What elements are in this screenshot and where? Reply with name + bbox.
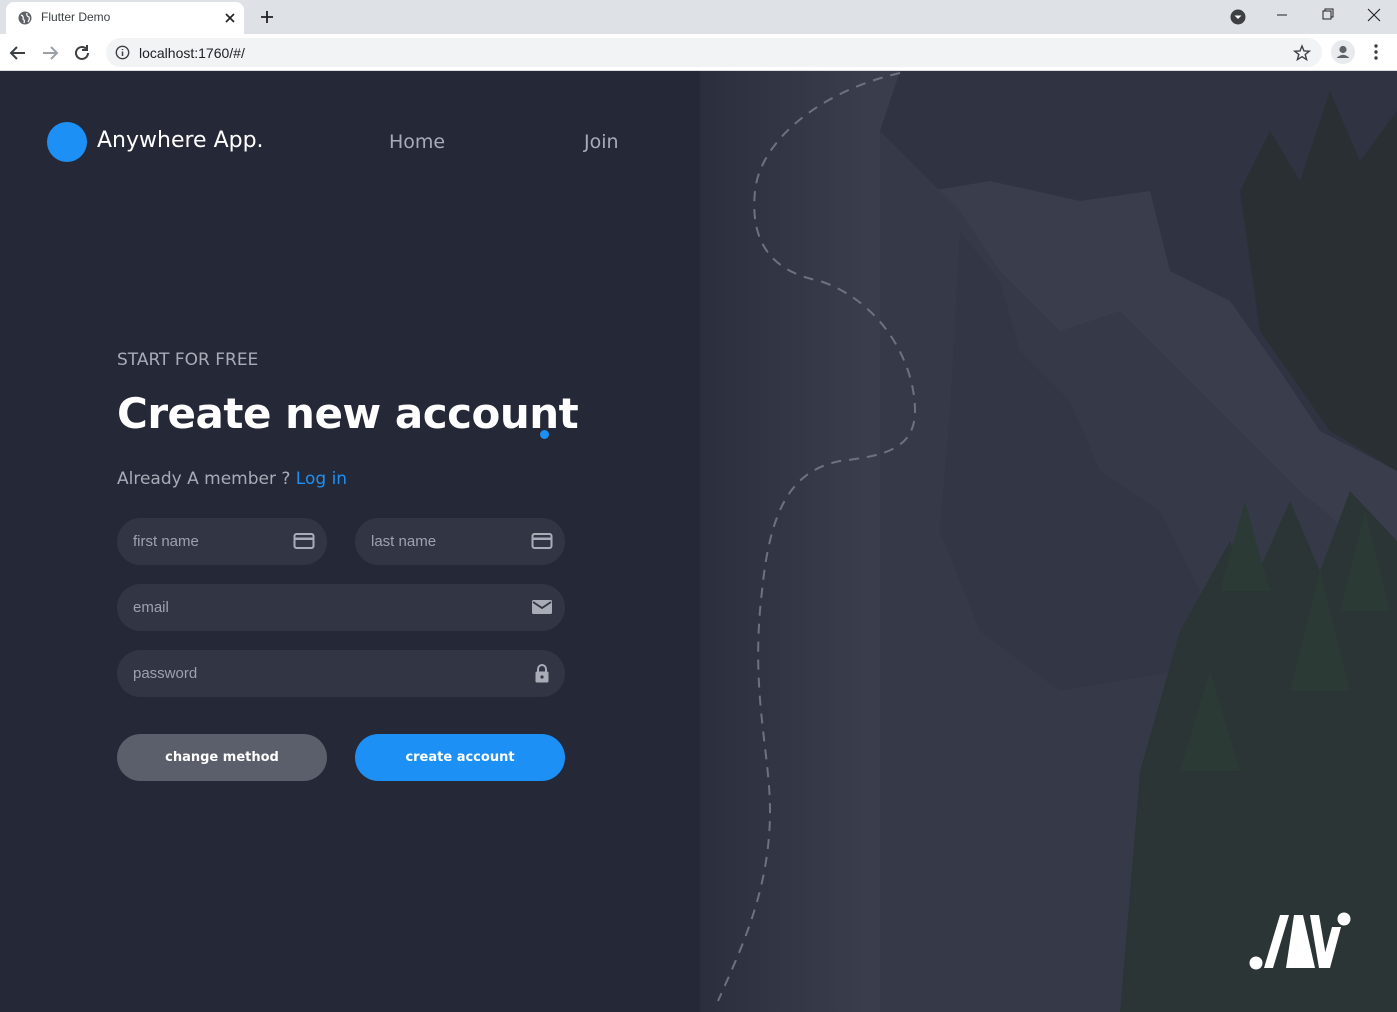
brand-name[interactable]: Anywhere App. [97,128,264,153]
tab-title: Flutter Demo [41,10,111,24]
nav-join-link[interactable]: Join [584,131,619,153]
brand-logo-dot[interactable] [47,122,87,162]
email-input[interactable] [133,584,521,631]
app-page: Anywhere App. Home Join START FOR FREE C… [0,71,1397,1012]
last-name-input[interactable] [371,518,521,565]
tab-search-icon[interactable] [1229,8,1247,26]
card-icon [531,533,553,549]
title-accent-dot [540,430,549,439]
browser-tabstrip: Flutter Demo [0,0,1397,34]
email-field[interactable] [117,584,565,631]
login-link[interactable]: Log in [296,469,347,489]
brand-mark-logo [1249,912,1351,970]
card-icon [293,533,315,549]
mail-icon [532,600,552,614]
profile-avatar-icon[interactable] [1331,40,1355,64]
minimize-icon[interactable] [1259,0,1305,30]
address-bar[interactable]: localhost:1760/#/ [106,38,1322,67]
reload-icon[interactable] [72,43,92,63]
first-name-input[interactable] [133,518,283,565]
back-arrow-icon[interactable] [8,43,28,63]
bookmark-star-icon[interactable] [1293,44,1311,62]
nav-home-link[interactable]: Home [389,131,445,153]
change-method-button[interactable]: change method [117,734,327,781]
browser-tab[interactable]: Flutter Demo [6,2,244,34]
globe-icon [18,11,32,25]
password-field[interactable] [117,650,565,697]
member-prompt: Already A member ? Log in [117,469,347,489]
kebab-menu-icon[interactable] [1368,42,1384,62]
page-title: Create new account [117,389,579,438]
lock-icon [535,664,549,683]
last-name-field[interactable] [355,518,565,565]
first-name-field[interactable] [117,518,327,565]
close-icon[interactable] [222,10,238,26]
window-close-icon[interactable] [1351,0,1397,30]
start-for-free-label: START FOR FREE [117,350,259,370]
create-account-button[interactable]: create account [355,734,565,781]
browser-toolbar: localhost:1760/#/ [0,34,1397,71]
restore-icon[interactable] [1305,0,1351,30]
info-icon[interactable] [115,45,130,60]
member-prompt-text: Already A member ? [117,469,296,489]
url-text[interactable]: localhost:1760/#/ [139,45,245,61]
password-input[interactable] [133,650,521,697]
forward-arrow-icon[interactable] [40,43,60,63]
new-tab-icon[interactable] [258,8,276,26]
